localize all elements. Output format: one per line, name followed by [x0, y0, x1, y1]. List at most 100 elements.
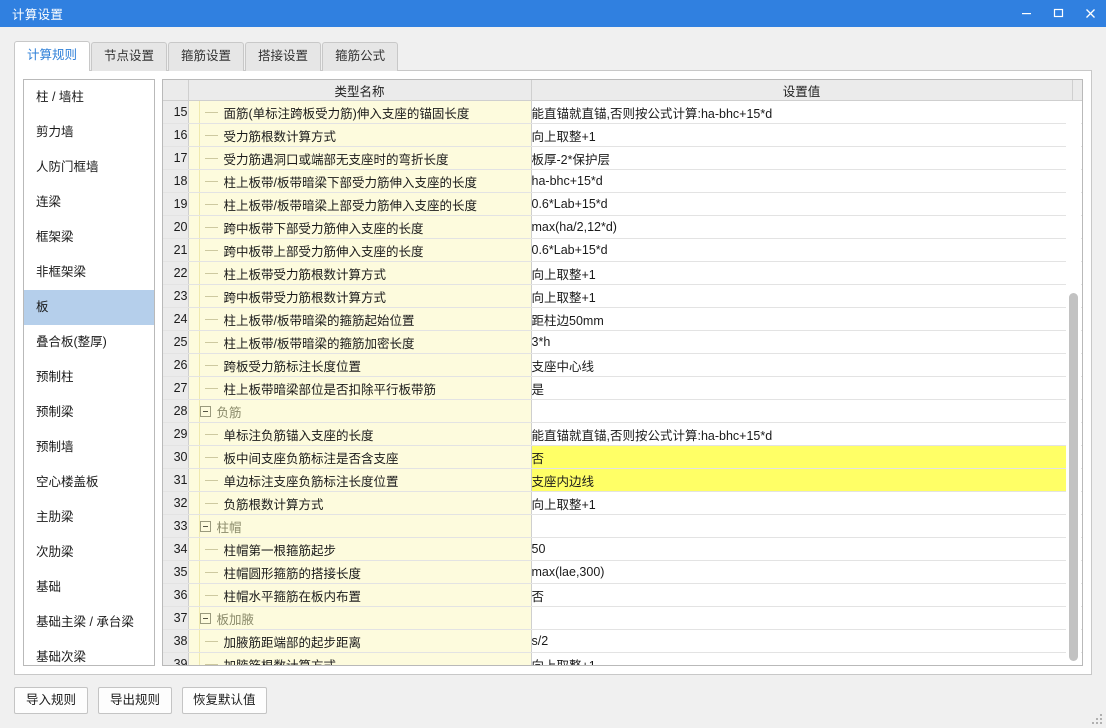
sidebar-item-12[interactable]: 主肋梁 — [24, 500, 154, 535]
table-row[interactable]: 16 受力筋根数计算方式 向上取整+1 — [163, 123, 1082, 147]
tab-4[interactable]: 箍筋公式 — [322, 42, 399, 71]
sidebar-item-10[interactable]: 预制墙 — [24, 430, 154, 465]
table-row[interactable]: 15 面筋(单标注跨板受力筋)伸入支座的锚固长度 能直锚就直锚,否则按公式计算:ha… — [163, 100, 1082, 124]
rule-value-cell[interactable]: 向上取整+1 — [531, 261, 1072, 285]
rule-name-cell: 柱帽 — [188, 514, 532, 538]
rule-value-cell[interactable]: 50 — [531, 537, 1072, 561]
rule-value-cell[interactable]: 否 — [531, 445, 1072, 469]
table-row[interactable]: 38 加腋筋距端部的起步距离 s/2 — [163, 629, 1082, 653]
sidebar-item-14[interactable]: 基础 — [24, 570, 154, 605]
tab-1[interactable]: 节点设置 — [91, 42, 168, 71]
table-row[interactable]: 29 单标注负筋锚入支座的长度 能直锚就直锚,否则按公式计算:ha-bhc+15*d — [163, 422, 1082, 446]
row-number: 28 — [163, 399, 189, 423]
rule-value-cell[interactable]: 向上取整+1 — [531, 652, 1072, 665]
rule-name-cell: 柱帽圆形箍筋的搭接长度 — [188, 560, 532, 584]
rule-name-label: 加腋筋根数计算方式 — [223, 658, 337, 666]
resize-grip-icon[interactable] — [1091, 713, 1103, 725]
rule-value-cell[interactable]: 能直锚就直锚,否则按公式计算:ha-bhc+15*d — [531, 100, 1072, 124]
tree-gutter — [189, 262, 200, 284]
rule-value-cell[interactable]: 否 — [531, 583, 1072, 607]
rule-value-cell[interactable] — [531, 606, 1072, 630]
table-row[interactable]: 34 柱帽第一根箍筋起步 50 — [163, 537, 1082, 561]
table-row[interactable]: 17 受力筋遇洞口或端部无支座时的弯折长度 板厚-2*保护层 — [163, 146, 1082, 170]
rule-value-cell[interactable]: 是 — [531, 376, 1072, 400]
tab-2[interactable]: 箍筋设置 — [168, 42, 245, 71]
sidebar-item-9[interactable]: 预制梁 — [24, 395, 154, 430]
rule-value-cell[interactable]: 向上取整+1 — [531, 123, 1072, 147]
table-row[interactable]: 37 板加腋 — [163, 606, 1082, 630]
sidebar-item-1[interactable]: 剪力墙 — [24, 115, 154, 150]
rule-name-label: 柱上板带/板带暗梁的箍筋起始位置 — [223, 313, 415, 328]
sidebar-item-16[interactable]: 基础次梁 — [24, 640, 154, 665]
table-row[interactable]: 26 跨板受力筋标注长度位置 支座中心线 — [163, 353, 1082, 377]
minimize-icon[interactable] — [1010, 0, 1042, 27]
table-row[interactable]: 25 柱上板带/板带暗梁的箍筋加密长度 3*h — [163, 330, 1082, 354]
table-row[interactable]: 21 跨中板带上部受力筋伸入支座的长度 0.6*Lab+15*d — [163, 238, 1082, 262]
rule-value-cell[interactable]: 向上取整+1 — [531, 284, 1072, 308]
window-controls — [1010, 0, 1106, 27]
table-row[interactable]: 27 柱上板带暗梁部位是否扣除平行板带筋 是 — [163, 376, 1082, 400]
component-category-list[interactable]: 柱 / 墙柱 剪力墙 人防门框墙 连梁 框架梁 非框架梁板叠合板(整厚) 预制柱 预制梁 预制墙… — [23, 79, 155, 666]
table-row[interactable]: 18 柱上板带/板带暗梁下部受力筋伸入支座的长度 ha-bhc+15*d — [163, 169, 1082, 193]
sidebar-item-8[interactable]: 预制柱 — [24, 360, 154, 395]
tree-connector-icon — [200, 594, 224, 596]
rule-value-cell[interactable]: s/2 — [531, 629, 1072, 653]
tab-0[interactable]: 计算规则 — [14, 41, 91, 71]
close-icon[interactable] — [1074, 0, 1106, 27]
row-number: 30 — [163, 445, 189, 469]
rule-value-cell[interactable]: 支座中心线 — [531, 353, 1072, 377]
table-row[interactable]: 36 柱帽水平箍筋在板内布置 否 — [163, 583, 1082, 607]
table-row[interactable]: 39 加腋筋根数计算方式 向上取整+1 — [163, 652, 1082, 666]
table-row[interactable]: 28 负筋 — [163, 399, 1082, 423]
sidebar-item-3[interactable]: 连梁 — [24, 185, 154, 220]
sidebar-item-5[interactable]: 非框架梁 — [24, 255, 154, 290]
table-row[interactable]: 30 板中间支座负筋标注是否含支座 否 — [163, 445, 1082, 469]
rule-value-cell[interactable]: 能直锚就直锚,否则按公式计算:ha-bhc+15*d — [531, 422, 1072, 446]
table-row[interactable]: 20 跨中板带下部受力筋伸入支座的长度 max(ha/2,12*d) — [163, 215, 1082, 239]
rule-value-cell[interactable]: 距柱边50mm — [531, 307, 1072, 331]
tree-connector-icon — [200, 203, 224, 205]
table-row[interactable]: 35 柱帽圆形箍筋的搭接长度 max(lae,300) — [163, 560, 1082, 584]
rule-value-cell[interactable]: 0.6*Lab+15*d — [531, 192, 1072, 216]
rule-value-cell[interactable]: 向上取整+1 — [531, 491, 1072, 515]
table-row[interactable]: 24 柱上板带/板带暗梁的箍筋起始位置 距柱边50mm — [163, 307, 1082, 331]
column-header-pad — [1072, 80, 1082, 101]
maximize-icon[interactable] — [1042, 0, 1074, 27]
collapse-minus-icon[interactable] — [199, 405, 211, 417]
tree-connector-icon — [200, 502, 224, 504]
sidebar-item-13[interactable]: 次肋梁 — [24, 535, 154, 570]
sidebar-item-11[interactable]: 空心楼盖板 — [24, 465, 154, 500]
rule-value-cell[interactable]: 板厚-2*保护层 — [531, 146, 1072, 170]
sidebar-item-15[interactable]: 基础主梁 / 承台梁 — [24, 605, 154, 640]
export-rules-button[interactable]: 导出规则 — [98, 687, 172, 714]
grid-scrollbar-thumb[interactable] — [1069, 293, 1078, 661]
table-row[interactable]: 22 柱上板带受力筋根数计算方式 向上取整+1 — [163, 261, 1082, 285]
rule-value-cell[interactable]: 支座内边线 — [531, 468, 1072, 492]
row-number: 24 — [163, 307, 189, 331]
rule-value-cell[interactable]: 3*h — [531, 330, 1072, 354]
table-row[interactable]: 31 单边标注支座负筋标注长度位置 支座内边线 — [163, 468, 1082, 492]
rule-value-cell[interactable]: ha-bhc+15*d — [531, 169, 1072, 193]
import-rules-button[interactable]: 导入规则 — [14, 687, 88, 714]
rule-value-cell[interactable] — [531, 514, 1072, 538]
table-row[interactable]: 23 跨中板带受力筋根数计算方式 向上取整+1 — [163, 284, 1082, 308]
grid-vertical-scrollbar[interactable] — [1066, 101, 1081, 664]
rule-group-label: 板加腋 — [216, 612, 255, 627]
row-number: 26 — [163, 353, 189, 377]
rule-value-cell[interactable]: max(ha/2,12*d) — [531, 215, 1072, 239]
sidebar-item-0[interactable]: 柱 / 墙柱 — [24, 80, 154, 115]
sidebar-item-6[interactable]: 板 — [24, 290, 154, 325]
table-row[interactable]: 33 柱帽 — [163, 514, 1082, 538]
table-row[interactable]: 32 负筋根数计算方式 向上取整+1 — [163, 491, 1082, 515]
sidebar-item-4[interactable]: 框架梁 — [24, 220, 154, 255]
table-row[interactable]: 19 柱上板带/板带暗梁上部受力筋伸入支座的长度 0.6*Lab+15*d — [163, 192, 1082, 216]
sidebar-item-2[interactable]: 人防门框墙 — [24, 150, 154, 185]
collapse-minus-icon[interactable] — [199, 612, 211, 624]
tab-3[interactable]: 搭接设置 — [245, 42, 322, 71]
rule-value-cell[interactable]: 0.6*Lab+15*d — [531, 238, 1072, 262]
rule-value-cell[interactable] — [531, 399, 1072, 423]
collapse-minus-icon[interactable] — [199, 520, 211, 532]
sidebar-item-7[interactable]: 叠合板(整厚) — [24, 325, 154, 360]
restore-defaults-button[interactable]: 恢复默认值 — [182, 687, 267, 714]
rule-value-cell[interactable]: max(lae,300) — [531, 560, 1072, 584]
